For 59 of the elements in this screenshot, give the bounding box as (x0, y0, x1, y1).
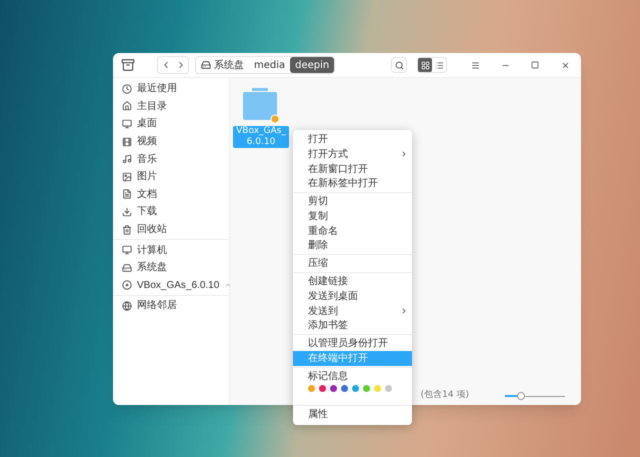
monitor-icon (122, 118, 132, 129)
menu-item[interactable]: 创建链接 (293, 274, 412, 289)
home-icon (122, 101, 132, 112)
menu-item[interactable]: 打开 (293, 132, 412, 147)
menu-item[interactable]: 发送到桌面 (293, 288, 412, 304)
menu-item[interactable]: 在新窗口打开 (293, 162, 412, 176)
list-icon (434, 60, 444, 70)
menu-item[interactable]: 压缩 (293, 256, 412, 272)
menu-item[interactable]: 复制 (293, 208, 412, 224)
sidebar-item[interactable]: 视频 (113, 132, 229, 150)
document-icon (122, 189, 132, 200)
menu-item[interactable]: 属性 (293, 406, 412, 422)
menu-item[interactable]: 添加书签 (293, 318, 412, 334)
globe-icon (122, 300, 132, 311)
sidebar-item[interactable]: 主目录 (113, 98, 229, 116)
grid-view-button[interactable] (418, 58, 432, 72)
clock-icon (122, 84, 132, 94)
trash-icon (122, 224, 132, 235)
app-icon (121, 58, 135, 72)
menu-item[interactable]: 打开方式 (293, 146, 412, 162)
sidebar-item[interactable]: 计算机 (113, 241, 229, 259)
menu-item[interactable]: 以管理员身份打开 (293, 336, 412, 352)
download-icon (122, 206, 132, 217)
sidebar-item[interactable]: 回收站 (113, 220, 229, 238)
sidebar-item[interactable]: 网络邻居 (113, 297, 229, 315)
sidebar-item[interactable]: 桌面 (113, 115, 229, 133)
sidebar-item[interactable]: 最近使用 (113, 80, 229, 98)
breadcrumb-item[interactable]: deepin (290, 57, 334, 73)
menu-item[interactable]: 重命名 (293, 224, 412, 239)
search-button[interactable] (391, 57, 407, 73)
folder-icon[interactable] (240, 86, 282, 126)
tag-label: 标记信息 (307, 370, 349, 384)
menu-icon (470, 60, 480, 70)
menu-item[interactable]: 剪切 (293, 194, 412, 209)
drive-icon (201, 60, 211, 70)
sidebar-item[interactable]: 下载 (113, 203, 229, 221)
breadcrumb-item[interactable]: media (249, 57, 290, 73)
drive-icon (122, 262, 132, 273)
disc-icon (122, 280, 132, 290)
sidebar-item[interactable]: 系统盘 (113, 258, 229, 277)
search-icon (394, 60, 404, 70)
music-icon (122, 154, 132, 164)
menu-item[interactable]: 在新标签中打开 (293, 176, 412, 192)
close-icon (560, 60, 570, 70)
grid-icon (420, 60, 430, 70)
menu-item[interactable]: 删除 (293, 238, 412, 254)
sidebar-item[interactable]: 文档 (113, 186, 229, 204)
sidebar-item[interactable]: 图片 (113, 168, 229, 186)
slider-thumb[interactable] (517, 392, 526, 400)
breadcrumb-item[interactable]: 系统盘 (196, 57, 249, 73)
film-icon (122, 136, 132, 147)
monitor-icon (122, 245, 132, 256)
sidebar-item[interactable]: VBox_GAs_6.0.10 (113, 276, 229, 294)
menu-item[interactable]: 发送到 (293, 304, 412, 319)
sidebar-item[interactable]: 音乐 (113, 150, 229, 168)
maximize-icon (531, 61, 539, 69)
status-text: (包含14 项) (420, 389, 469, 402)
zoom-slider[interactable] (505, 392, 565, 400)
image-icon (122, 172, 132, 182)
